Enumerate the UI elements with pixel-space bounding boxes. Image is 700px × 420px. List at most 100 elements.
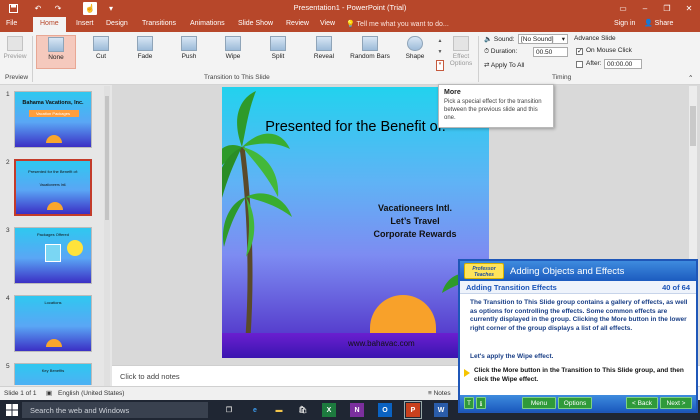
tab-design[interactable]: Design: [106, 17, 128, 32]
gallery-up-icon[interactable]: ▲: [436, 38, 444, 49]
excel-icon[interactable]: X: [322, 403, 336, 417]
after-field[interactable]: 00:00.00: [604, 59, 642, 69]
thumbnail-number: 4: [6, 295, 10, 302]
edge-browser-icon[interactable]: e: [248, 403, 262, 417]
close-icon[interactable]: ✕: [678, 0, 700, 17]
after-label: After:: [586, 60, 602, 67]
tab-review[interactable]: Review: [286, 17, 309, 32]
sound-value: [No Sound]: [521, 36, 554, 43]
tutorial-header: Professor Teaches Adding Objects and Eff…: [460, 261, 696, 281]
sound-select[interactable]: [No Sound] ▾: [518, 34, 568, 44]
tutorial-menu-button[interactable]: Menu: [522, 397, 556, 409]
slide-body-line: Let’s Travel: [390, 216, 440, 226]
tab-home[interactable]: Home: [33, 17, 66, 32]
tell-me-search[interactable]: 💡 Tell me what you want to do...: [346, 20, 449, 28]
transition-label: Random Bars: [350, 53, 390, 60]
windows-start-icon[interactable]: [6, 404, 18, 416]
on-mouse-click-label: On Mouse Click: [586, 47, 632, 54]
restore-icon[interactable]: ❐: [656, 0, 678, 17]
file-explorer-icon[interactable]: ▬: [272, 403, 286, 417]
tutorial-subheader: Adding Transition Effects 40 of 64: [460, 281, 696, 294]
transition-none-button[interactable]: None: [36, 35, 76, 69]
sound-icon: 🔈: [484, 36, 494, 43]
minimize-icon[interactable]: –: [634, 0, 656, 17]
ribbon: Preview Preview None Cut Fade Push Wipe …: [0, 32, 700, 85]
scroll-thumb[interactable]: [690, 106, 696, 146]
notes-toggle[interactable]: ≡ Notes: [428, 390, 451, 397]
tutorial-instruction: Click the More button in the Transition …: [474, 367, 684, 383]
effect-options-button[interactable]: Effect Options: [448, 35, 474, 69]
thumbnail-picture: [45, 244, 61, 262]
tutorial-footer: T ℹ Menu Options < Back Next >: [460, 395, 696, 411]
task-view-icon[interactable]: ❐: [222, 403, 236, 417]
tab-view[interactable]: View: [320, 17, 335, 32]
title-bar: ↶ ↷ ☝ ▾ Presentation1 - PowerPoint (Tria…: [0, 0, 700, 17]
apply-to-all-button[interactable]: ⇄ Apply To All: [484, 61, 524, 69]
tutorial-options-button[interactable]: Options: [558, 397, 592, 409]
cut-transition-icon: [93, 36, 109, 51]
store-icon[interactable]: 🛍: [296, 403, 310, 417]
ribbon-display-icon[interactable]: ▭: [612, 0, 634, 17]
apply-all-icon: ⇄: [484, 62, 491, 69]
on-mouse-click-checkbox[interactable]: [576, 47, 583, 55]
tutorial-info-button[interactable]: ℹ: [476, 397, 486, 409]
transition-push-button[interactable]: Push: [170, 35, 208, 69]
timing-group-label: Timing: [552, 74, 572, 81]
tab-slide-show[interactable]: Slide Show: [238, 17, 273, 32]
more-tooltip: More Pick a special effect for the trans…: [438, 84, 554, 128]
transition-random-bars-button[interactable]: Random Bars: [348, 35, 392, 69]
shape-transition-icon: [407, 36, 423, 51]
outlook-icon[interactable]: O: [378, 403, 392, 417]
word-icon[interactable]: W: [434, 403, 448, 417]
collapse-ribbon-icon[interactable]: ⌃: [688, 74, 693, 82]
scroll-thumb[interactable]: [105, 96, 109, 220]
thumbnail-title: Packages Offered: [37, 232, 69, 237]
tab-insert[interactable]: Insert: [76, 17, 94, 32]
spelling-icon[interactable]: ▣: [46, 389, 52, 397]
gallery-more-button[interactable]: ▾: [436, 60, 444, 71]
after-value: 00:00.00: [607, 61, 633, 68]
tutorial-t-button[interactable]: T: [464, 397, 474, 409]
slide-thumbnail-3[interactable]: Packages Offered: [14, 227, 92, 284]
powerpoint-icon[interactable]: P: [404, 401, 422, 419]
slide-body[interactable]: Vacationeers Intl. Let’s Travel Corporat…: [360, 202, 470, 241]
slide-thumbnail-1[interactable]: Bahama Vacations, Inc. Vacation Packages: [14, 91, 92, 148]
duration-field[interactable]: 00.50: [533, 47, 568, 57]
share-button[interactable]: 👤 Share: [644, 19, 673, 27]
transition-fade-button[interactable]: Fade: [126, 35, 164, 69]
preview-button[interactable]: Preview: [3, 35, 27, 69]
after-checkbox[interactable]: [576, 61, 583, 68]
slide-thumbnail-4[interactable]: Locations: [14, 295, 92, 352]
slide-thumbnail-5[interactable]: Key Benefits: [14, 363, 92, 385]
transition-cut-button[interactable]: Cut: [82, 35, 120, 69]
notes-toggle-label: Notes: [433, 390, 451, 397]
taskbar-search[interactable]: Search the web and Windows: [22, 402, 208, 418]
duration-label-text: Duration:: [490, 48, 518, 55]
transition-split-button[interactable]: Split: [259, 35, 297, 69]
transition-label: None: [48, 54, 64, 61]
tab-transitions[interactable]: Transitions: [142, 17, 176, 32]
slide-count: Slide 1 of 1: [4, 390, 37, 397]
share-label: Share: [654, 20, 674, 27]
tab-file[interactable]: File: [6, 17, 17, 32]
tutorial-back-button[interactable]: < Back: [626, 397, 658, 409]
onenote-icon[interactable]: N: [350, 403, 364, 417]
transition-group-label: Transition to This Slide: [204, 74, 270, 81]
tab-animations[interactable]: Animations: [190, 17, 225, 32]
fade-transition-icon: [137, 36, 153, 51]
transition-shape-button[interactable]: Shape: [398, 35, 432, 69]
transition-wipe-button[interactable]: Wipe: [214, 35, 252, 69]
slide-thumbnail-2[interactable]: Presented for the Benefit of: Vacationee…: [14, 159, 92, 216]
transition-label: Split: [271, 53, 285, 60]
sign-in-link[interactable]: Sign in: [614, 20, 635, 27]
wipe-transition-icon: [225, 36, 241, 51]
transition-reveal-button[interactable]: Reveal: [305, 35, 343, 69]
tutorial-next-button[interactable]: Next >: [660, 397, 692, 409]
gallery-down-icon[interactable]: ▼: [436, 49, 444, 60]
language-status[interactable]: English (United States): [58, 390, 124, 397]
none-transition-icon: [48, 37, 64, 52]
thumbnail-number: 3: [6, 227, 10, 234]
thumbnail-scrollbar[interactable]: [104, 86, 110, 386]
slide-body-line: Corporate Rewards: [373, 229, 457, 239]
effect-options-icon: [453, 36, 469, 51]
